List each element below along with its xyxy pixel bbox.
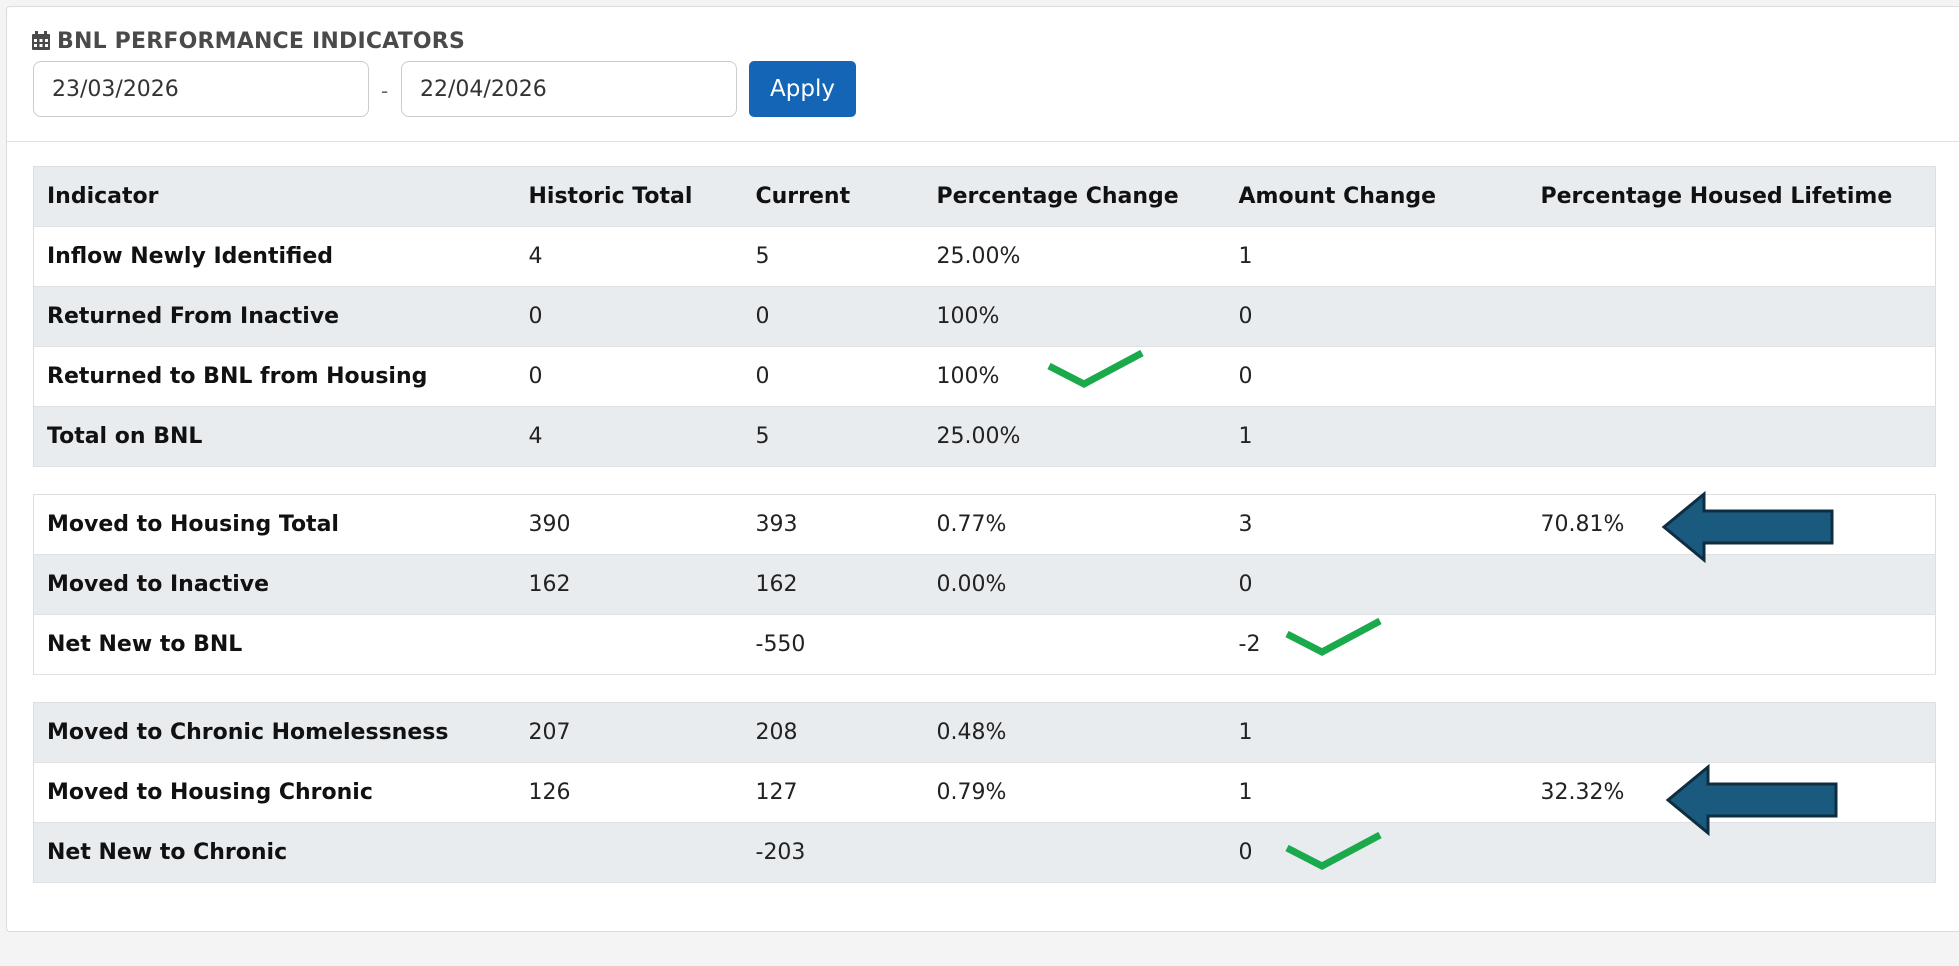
column-header: Indicator [33,166,516,227]
percentage-change-cell: 25.00% [923,406,1226,467]
start-date-input[interactable] [33,61,369,117]
amount-change-cell: 1 [1225,406,1528,467]
historic-total-cell: 0 [515,286,743,347]
table-row: Total on BNL 4 5 25.00% 1 [33,406,1936,467]
percentage-housed-cell [1527,702,1936,763]
indicator-cell: Moved to Housing Total [33,494,516,555]
amount-change-cell: 1 [1225,226,1528,287]
current-cell: 0 [742,346,924,407]
historic-total-cell [515,822,743,883]
column-header: Percentage Housed Lifetime [1527,166,1936,227]
current-cell: 5 [742,406,924,467]
percentage-change-cell [923,822,1226,883]
historic-total-cell: 162 [515,554,743,615]
amount-change-cell: 0 [1225,822,1528,883]
amount-change-cell: 0 [1225,554,1528,615]
date-separator: - [381,79,389,103]
current-cell: -550 [742,614,924,675]
current-cell: 393 [742,494,924,555]
percentage-housed-cell: 70.81% [1527,494,1936,555]
percentage-change-cell: 0.00% [923,554,1226,615]
end-date-input[interactable] [401,61,737,117]
table-row: Moved to Chronic Homelessness 207 208 0.48%… [33,702,1936,763]
amount-change-cell: 3 [1225,494,1528,555]
indicator-cell: Inflow Newly Identified [33,226,516,287]
column-header: Amount Change [1225,166,1528,227]
indicator-cell: Moved to Housing Chronic [33,762,516,823]
panel-title: BNL PERFORMANCE INDICATORS [31,24,465,58]
indicator-table-chronic: Moved to Chronic Homelessness 207 208 0.48%… [33,702,1936,883]
historic-total-cell: 126 [515,762,743,823]
amount-change-cell: 1 [1225,762,1528,823]
calendar-icon [32,31,50,50]
table-row: Net New to Chronic -203 0 [33,822,1936,883]
amount-change-cell: 0 [1225,346,1528,407]
indicator-cell: Moved to Inactive [33,554,516,615]
percentage-housed-cell [1527,554,1936,615]
amount-change-cell: 0 [1225,286,1528,347]
indicator-cell: Total on BNL [33,406,516,467]
historic-total-cell: 4 [515,226,743,287]
column-header: Historic Total [515,166,743,227]
current-cell: 127 [742,762,924,823]
percentage-housed-cell [1527,286,1936,347]
percentage-housed-cell [1527,346,1936,407]
percentage-change-cell: 25.00% [923,226,1226,287]
percentage-change-cell: 0.48% [923,702,1226,763]
column-header: Percentage Change [923,166,1226,227]
panel-title-text: BNL PERFORMANCE INDICATORS [57,28,465,54]
percentage-housed-cell: 32.32% [1527,762,1936,823]
table-row: Returned to BNL from Housing 0 0 100% 0 [33,346,1936,407]
indicator-table-housing: Moved to Housing Total 390 393 0.77% 3 70.81%… [33,494,1936,675]
current-cell: 162 [742,554,924,615]
historic-total-cell: 0 [515,346,743,407]
table-header-row: Indicator Historic Total Current Percent… [33,166,1936,227]
indicator-cell: Net New to Chronic [33,822,516,883]
indicator-cell: Returned From Inactive [33,286,516,347]
column-header: Current [742,166,924,227]
percentage-change-cell [923,614,1226,675]
table-row: Net New to BNL -550 -2 [33,614,1936,675]
table-row: Moved to Housing Chronic 126 127 0.79% 1 32.3… [33,762,1936,823]
current-cell: 208 [742,702,924,763]
table-row: Moved to Inactive 162 162 0.00% 0 [33,554,1936,615]
percentage-housed-cell [1527,226,1936,287]
historic-total-cell: 207 [515,702,743,763]
percentage-housed-cell [1527,614,1936,675]
panel-header: BNL PERFORMANCE INDICATORS - Apply [7,7,1959,142]
current-cell: 0 [742,286,924,347]
historic-total-cell: 4 [515,406,743,467]
indicator-table-primary: Indicator Historic Total Current Percent… [33,166,1936,467]
performance-panel: BNL PERFORMANCE INDICATORS - Apply Indic… [6,6,1959,932]
percentage-housed-cell [1527,406,1936,467]
percentage-change-cell: 100% [923,346,1226,407]
indicator-cell: Net New to BNL [33,614,516,675]
amount-change-cell: -2 [1225,614,1528,675]
table-row: Moved to Housing Total 390 393 0.77% 3 70.81% [33,494,1936,555]
table-row: Returned From Inactive 0 0 100% 0 [33,286,1936,347]
indicator-cell: Moved to Chronic Homelessness [33,702,516,763]
historic-total-cell: 390 [515,494,743,555]
current-cell: -203 [742,822,924,883]
current-cell: 5 [742,226,924,287]
historic-total-cell [515,614,743,675]
table-row: Inflow Newly Identified 4 5 25.00% 1 [33,226,1936,287]
percentage-change-cell: 0.77% [923,494,1226,555]
amount-change-cell: 1 [1225,702,1528,763]
percentage-housed-cell [1527,822,1936,883]
percentage-change-cell: 100% [923,286,1226,347]
percentage-change-cell: 0.79% [923,762,1226,823]
apply-button[interactable]: Apply [749,61,856,117]
indicator-cell: Returned to BNL from Housing [33,346,516,407]
